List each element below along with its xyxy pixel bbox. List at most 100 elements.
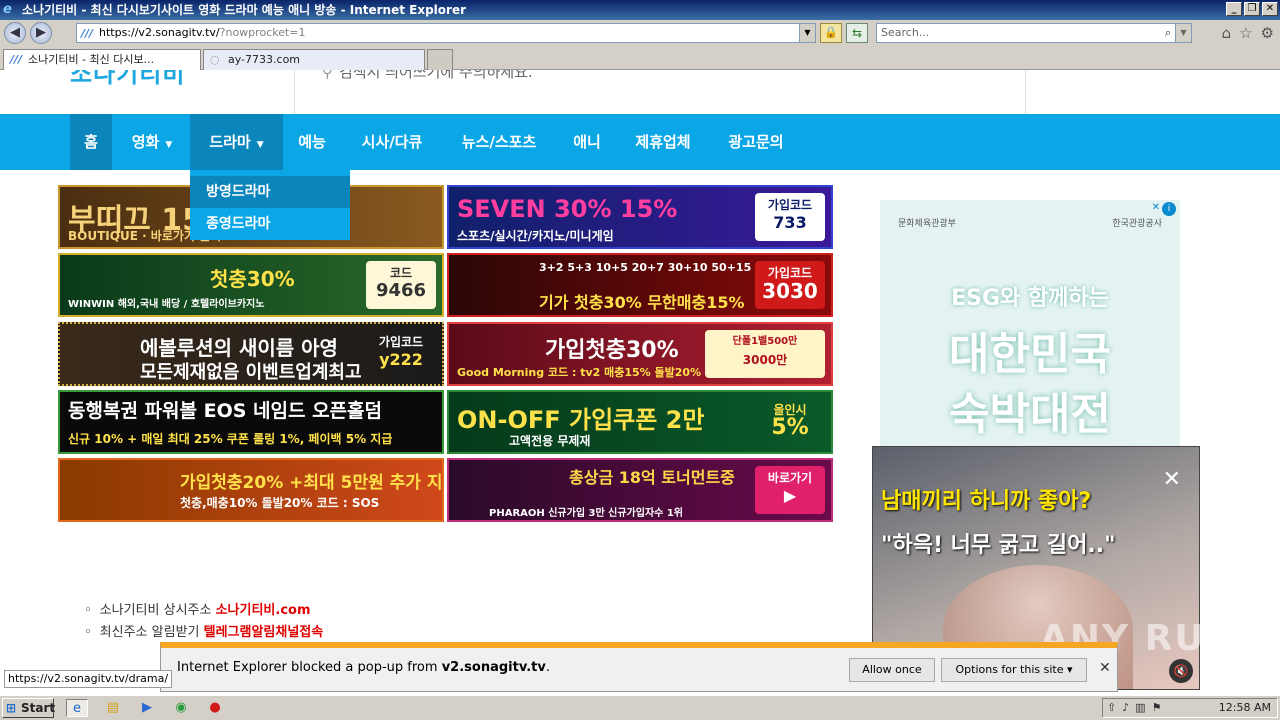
ad-banner-good-morning[interactable]: 가입첫충30% Good Morning 코드 : tv2 매충15% 돌발20…: [447, 322, 833, 386]
nav-item-variety[interactable]: 예능: [288, 114, 336, 170]
tray-arrow-icon[interactable]: ⇧: [1107, 701, 1122, 714]
refresh-icon[interactable]: ⇆: [846, 23, 868, 43]
dropdown-item-ended-drama[interactable]: 종영드라마: [190, 208, 350, 240]
address-dropdown-button[interactable]: ▼: [799, 24, 815, 42]
nav-item-ad-inquiry[interactable]: 광고문의: [714, 114, 798, 170]
nav-label: 제휴업체: [635, 133, 691, 151]
search-dropdown-button[interactable]: ▼: [1175, 24, 1191, 42]
nav-item-news-sports[interactable]: 뉴스/스포츠: [446, 114, 552, 170]
banner-subtext: 첫충,매충10% 돌발20% 코드 : SOS: [180, 496, 380, 510]
ie-taskbar-icon[interactable]: e: [66, 699, 88, 717]
ad-banner-sos[interactable]: 가입첫충20% +최대 5만원 추가 지급 첫충,매충10% 돌발20% 코드 …: [58, 458, 444, 522]
bullet-icon: ◦: [84, 625, 92, 640]
close-window-button[interactable]: ✕: [1262, 2, 1278, 16]
nav-item-home[interactable]: 홈: [70, 114, 112, 170]
banner-headline: 가입첫충20% +최대 5만원 추가 지급: [180, 473, 444, 493]
notice-link[interactable]: 소나기티비.com: [216, 603, 311, 618]
banner-subtext: 고액전용 무제재: [509, 434, 591, 448]
ad-banner-powerball[interactable]: 동행복권 파워볼 EOS 네임드 오픈홀덤 신규 10% + 매일 최대 25%…: [58, 390, 444, 454]
banner-subtext: PHARAOH 신규가입 3만 신규가입자수 1위: [489, 508, 683, 519]
play-icon: ▶: [783, 486, 797, 505]
banner-headline: ON-OFF 가입쿠폰 2만: [457, 406, 705, 434]
restore-button[interactable]: ❐: [1244, 2, 1260, 16]
close-icon[interactable]: ✕: [1163, 467, 1181, 492]
start-button[interactable]: ⊞ Start: [2, 698, 55, 718]
tab-ay7733[interactable]: ◌ ay-7733.com: [203, 49, 425, 70]
forward-button[interactable]: ▶: [30, 22, 52, 44]
tourism-label: 한국관광공사: [1112, 219, 1162, 229]
lock-icon[interactable]: 🔒: [820, 23, 842, 43]
mute-icon[interactable]: 🔇: [1169, 659, 1193, 683]
code-title: 단폴1벨500만: [732, 336, 798, 347]
banner-subtext: 스포츠/실시간/카지노/미니게임: [457, 229, 614, 243]
media-player-icon[interactable]: ▶: [136, 699, 158, 717]
site-header: 소나기티비 ⚲ 검색시 띄어쓰기에 주의하세요.: [0, 70, 1280, 114]
search-input[interactable]: Search... ⌕ ▼: [876, 23, 1192, 43]
ad-banner-giga[interactable]: 기가 첫충30% 무한매충15% 3+2 5+3 10+5 20+7 30+10…: [447, 253, 833, 317]
nav-item-drama[interactable]: 드라마 ▼: [190, 114, 283, 170]
nav-item-partners[interactable]: 제휴업체: [622, 114, 704, 170]
nav-item-anime[interactable]: 애니: [562, 114, 612, 170]
close-icon[interactable]: ✕: [1099, 660, 1111, 676]
security-app-icon[interactable]: ●: [204, 699, 226, 717]
address-field[interactable]: /// https://v2.sonagitv.tv/?nowprocket=1…: [76, 23, 816, 43]
back-button[interactable]: ◀: [4, 22, 26, 44]
ad-banner-winwin[interactable]: 첫충30% WINWIN 해외,국내 배당 / 호텔라이브카지노 코드 9466: [58, 253, 444, 317]
favorites-star-icon[interactable]: ☆: [1239, 24, 1252, 42]
nav-item-movie[interactable]: 영화 ▼: [116, 114, 188, 170]
options-for-site-button[interactable]: Options for this site ▾: [941, 658, 1087, 682]
loading-spinner-icon: ◌: [210, 53, 220, 66]
nav-label: 예능: [298, 133, 326, 151]
ad-banner-pharaoh[interactable]: 총상금 18억 토너먼트중 PHARAOH 신규가입 3만 신규가입자수 1위 …: [447, 458, 833, 522]
banner-code-box: 가입코드 y222: [366, 330, 436, 378]
list-item: ◦ 소나기티비 상시주소 소나기티비.com: [84, 600, 323, 622]
search-icon: ⚲: [322, 70, 333, 81]
ad-banner-ayoung[interactable]: 에볼루션의 새이름 아영 모든제재없음 이벤트업계최고 가입코드 y222: [58, 322, 444, 386]
code-title: 가입코드: [767, 198, 813, 212]
window-titlebar: e 소나기티비 - 최신 다시보기사이트 영화 드라마 예능 애니 방송 - I…: [0, 0, 1280, 20]
ad-banner-on-off[interactable]: ON-OFF 가입쿠폰 2만 고액전용 무제재 올인시 5%: [447, 390, 833, 454]
banner-headline: 동행복권 파워볼 EOS 네임드 오픈홀덤: [68, 400, 382, 422]
settings-gear-icon[interactable]: ⚙: [1261, 24, 1274, 42]
adchoices-icon[interactable]: i: [1162, 202, 1176, 216]
notification-suffix: .: [545, 660, 550, 675]
volume-icon[interactable]: ♪: [1122, 701, 1135, 714]
site-search-field[interactable]: ⚲ 검색시 띄어쓰기에 주의하세요.: [322, 70, 533, 84]
system-tray: ⇧♪▥⚑ 12:58 AM: [1102, 698, 1278, 718]
flag-icon[interactable]: ⚑: [1152, 701, 1168, 714]
ad-close-icon[interactable]: ✕: [1152, 202, 1160, 213]
banner-cta[interactable]: 바로가기 ▶: [755, 466, 825, 514]
nav-label: 시사/다큐: [361, 133, 423, 151]
home-icon[interactable]: ⌂: [1222, 24, 1232, 42]
minimize-button[interactable]: _: [1226, 2, 1242, 16]
network-icon[interactable]: ▥: [1135, 701, 1151, 714]
tab-label: 소나기티비 - 최신 다시보...: [28, 53, 155, 66]
ad-line-korea: 대한민국: [949, 329, 1111, 380]
site-logo[interactable]: 소나기티비: [70, 70, 270, 94]
notice-list: ◦ 소나기티비 상시주소 소나기티비.com ◦ 최신주소 알림받기 텔레그램알림채…: [84, 600, 323, 644]
tab-sonagitv[interactable]: /// 소나기티비 - 최신 다시보...: [3, 49, 201, 70]
ad-banner-seven[interactable]: SEVEN 30% 15% 스포츠/실시간/카지노/미니게임 가입코드 733: [447, 185, 833, 249]
allow-once-button[interactable]: Allow once: [849, 658, 935, 682]
nav-item-documentary[interactable]: 시사/다큐: [346, 114, 438, 170]
chrome-icon[interactable]: ◉: [170, 699, 192, 717]
banner-headline: SEVEN 30% 15%: [457, 195, 678, 223]
side-ad-lodging[interactable]: 문화체육관광부 한국관광공사 ✕ i ESG와 함께하는 대한민국 숙박대전: [880, 200, 1180, 450]
ministry-label: 문화체육관광부: [898, 219, 956, 229]
banner-headline: 기가 첫충30% 무한매충15%: [539, 293, 745, 312]
explorer-folder-icon[interactable]: ▤: [102, 699, 124, 717]
tray-icons: ⇧♪▥⚑: [1107, 699, 1168, 717]
clock[interactable]: 12:58 AM: [1219, 699, 1271, 717]
code-title: 코드: [389, 266, 413, 280]
search-icon[interactable]: ⌕: [1165, 24, 1171, 42]
banner-code-box: 가입코드 733: [755, 193, 825, 241]
code-value: 3000만: [742, 353, 788, 367]
tab-strip: /// 소나기티비 - 최신 다시보... ◌ ay-7733.com: [0, 46, 1280, 70]
banner-code-box: 가입코드 3030: [755, 261, 825, 309]
new-tab-button[interactable]: [427, 49, 453, 70]
notice-link[interactable]: 텔레그램알림채널접속: [204, 625, 324, 640]
banner-headline: 에볼루션의 새이름 아영: [140, 336, 338, 360]
site-favicon-icon: ///: [81, 27, 94, 40]
popup-ad-quote: "하윽! 너무 굵고 길어..": [881, 533, 1116, 558]
dropdown-item-airing-drama[interactable]: 방영드라마: [190, 176, 350, 208]
